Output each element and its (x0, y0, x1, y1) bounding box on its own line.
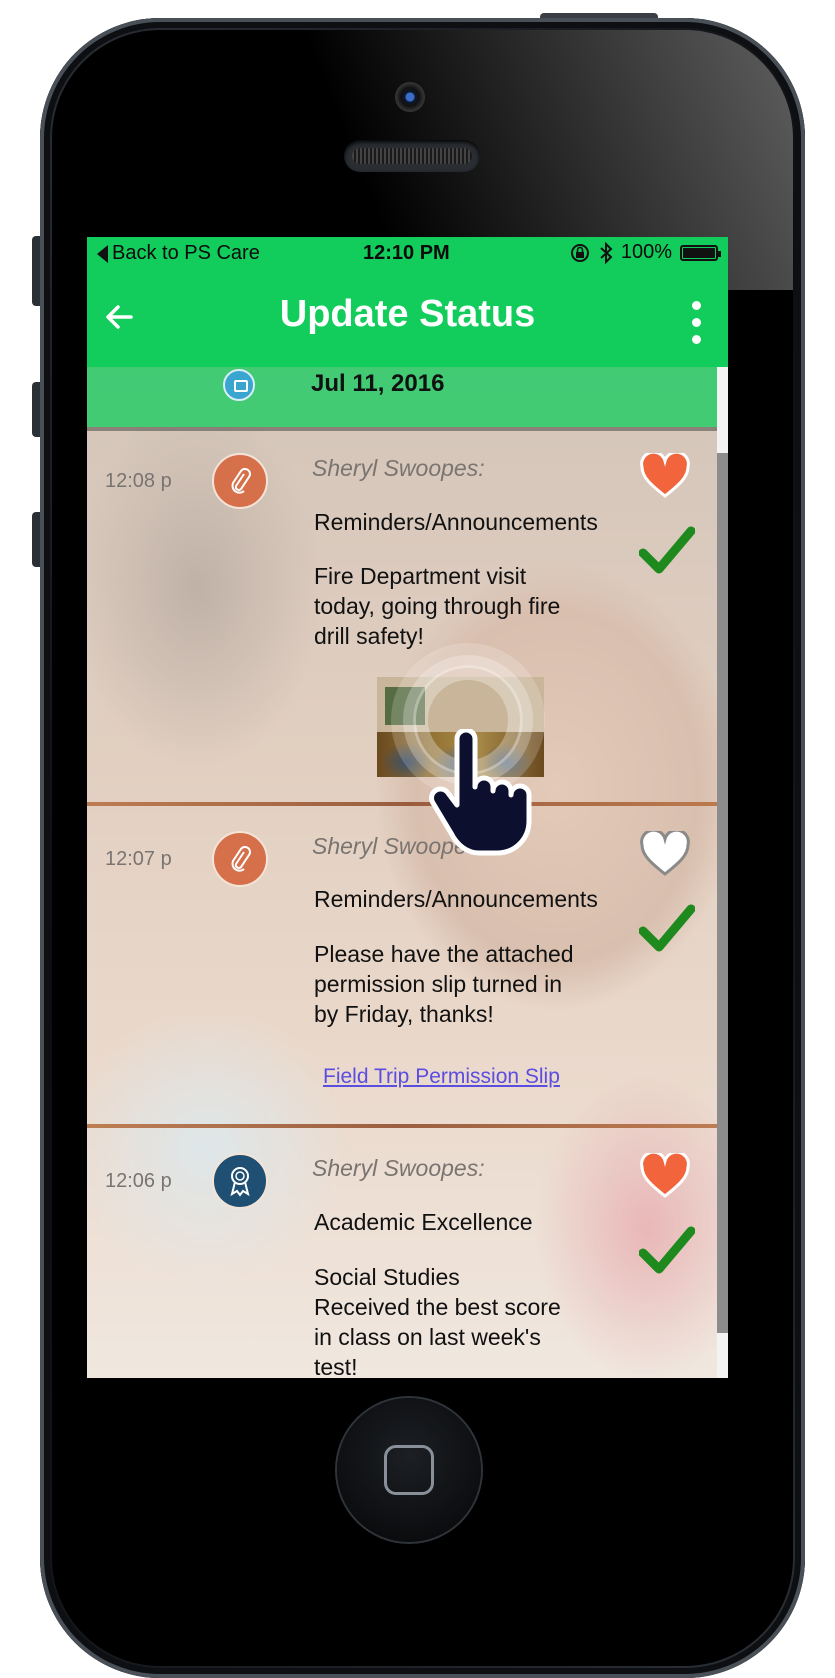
date-divider (87, 427, 717, 431)
heart-icon[interactable] (639, 453, 691, 499)
clock: 12:10 PM (363, 242, 450, 264)
page-title: Update Status (279, 293, 536, 335)
earpiece-speaker (344, 140, 480, 172)
item-category: Reminders/Announcements (314, 886, 598, 912)
bluetooth-icon (600, 241, 613, 264)
item-time: 12:06 p (105, 1170, 172, 1192)
app-screen: Back to PS Care 12:10 PM 100% Update Sta… (87, 237, 728, 1378)
back-to-app-link[interactable]: Back to PS Care (97, 242, 260, 265)
back-triangle-icon (97, 244, 108, 263)
battery-icon (680, 244, 721, 261)
calendar-icon (223, 369, 255, 401)
more-vertical-icon[interactable] (692, 301, 702, 344)
item-time: 12:08 p (105, 470, 172, 492)
item-message: Social Studies Received the best score i… (314, 1264, 561, 1378)
item-author: Sheryl Swoopes: (312, 455, 485, 481)
home-square-icon (384, 1445, 434, 1495)
date-label: Jul 11, 2016 (311, 370, 445, 397)
front-camera (395, 82, 425, 112)
rotation-lock-icon (570, 243, 589, 262)
checkmark-icon (639, 526, 695, 574)
item-message: Please have the attached permission slip… (314, 941, 574, 1027)
item-category: Academic Excellence (314, 1209, 533, 1235)
home-button[interactable] (337, 1398, 481, 1542)
scrollbar[interactable] (717, 367, 728, 1378)
item-time: 12:07 p (105, 848, 172, 870)
item-divider (87, 1124, 717, 1128)
status-icons: 100% (569, 241, 721, 264)
scrollbar-thumb[interactable] (717, 453, 728, 1333)
heart-icon[interactable] (639, 1153, 691, 1199)
app-bar: Update Status (87, 271, 728, 367)
item-author: Sheryl Swoopes: (312, 1155, 485, 1181)
back-to-app-label: Back to PS Care (112, 242, 260, 264)
item-divider (87, 802, 717, 806)
checkmark-icon (639, 904, 695, 952)
item-category: Reminders/Announcements (314, 509, 598, 535)
checkmark-icon (639, 1226, 695, 1274)
item-message: Fire Department visit today, going throu… (314, 563, 561, 649)
award-ribbon-icon (212, 1153, 268, 1209)
permission-slip-link[interactable]: Field Trip Permission Slip (323, 1065, 560, 1089)
paperclip-icon (212, 453, 268, 509)
pointing-hand-icon (429, 729, 532, 856)
heart-outline-icon[interactable] (639, 831, 691, 877)
status-bar: Back to PS Care 12:10 PM 100% (87, 237, 728, 271)
battery-percent: 100% (620, 241, 672, 263)
paperclip-icon (212, 831, 268, 887)
